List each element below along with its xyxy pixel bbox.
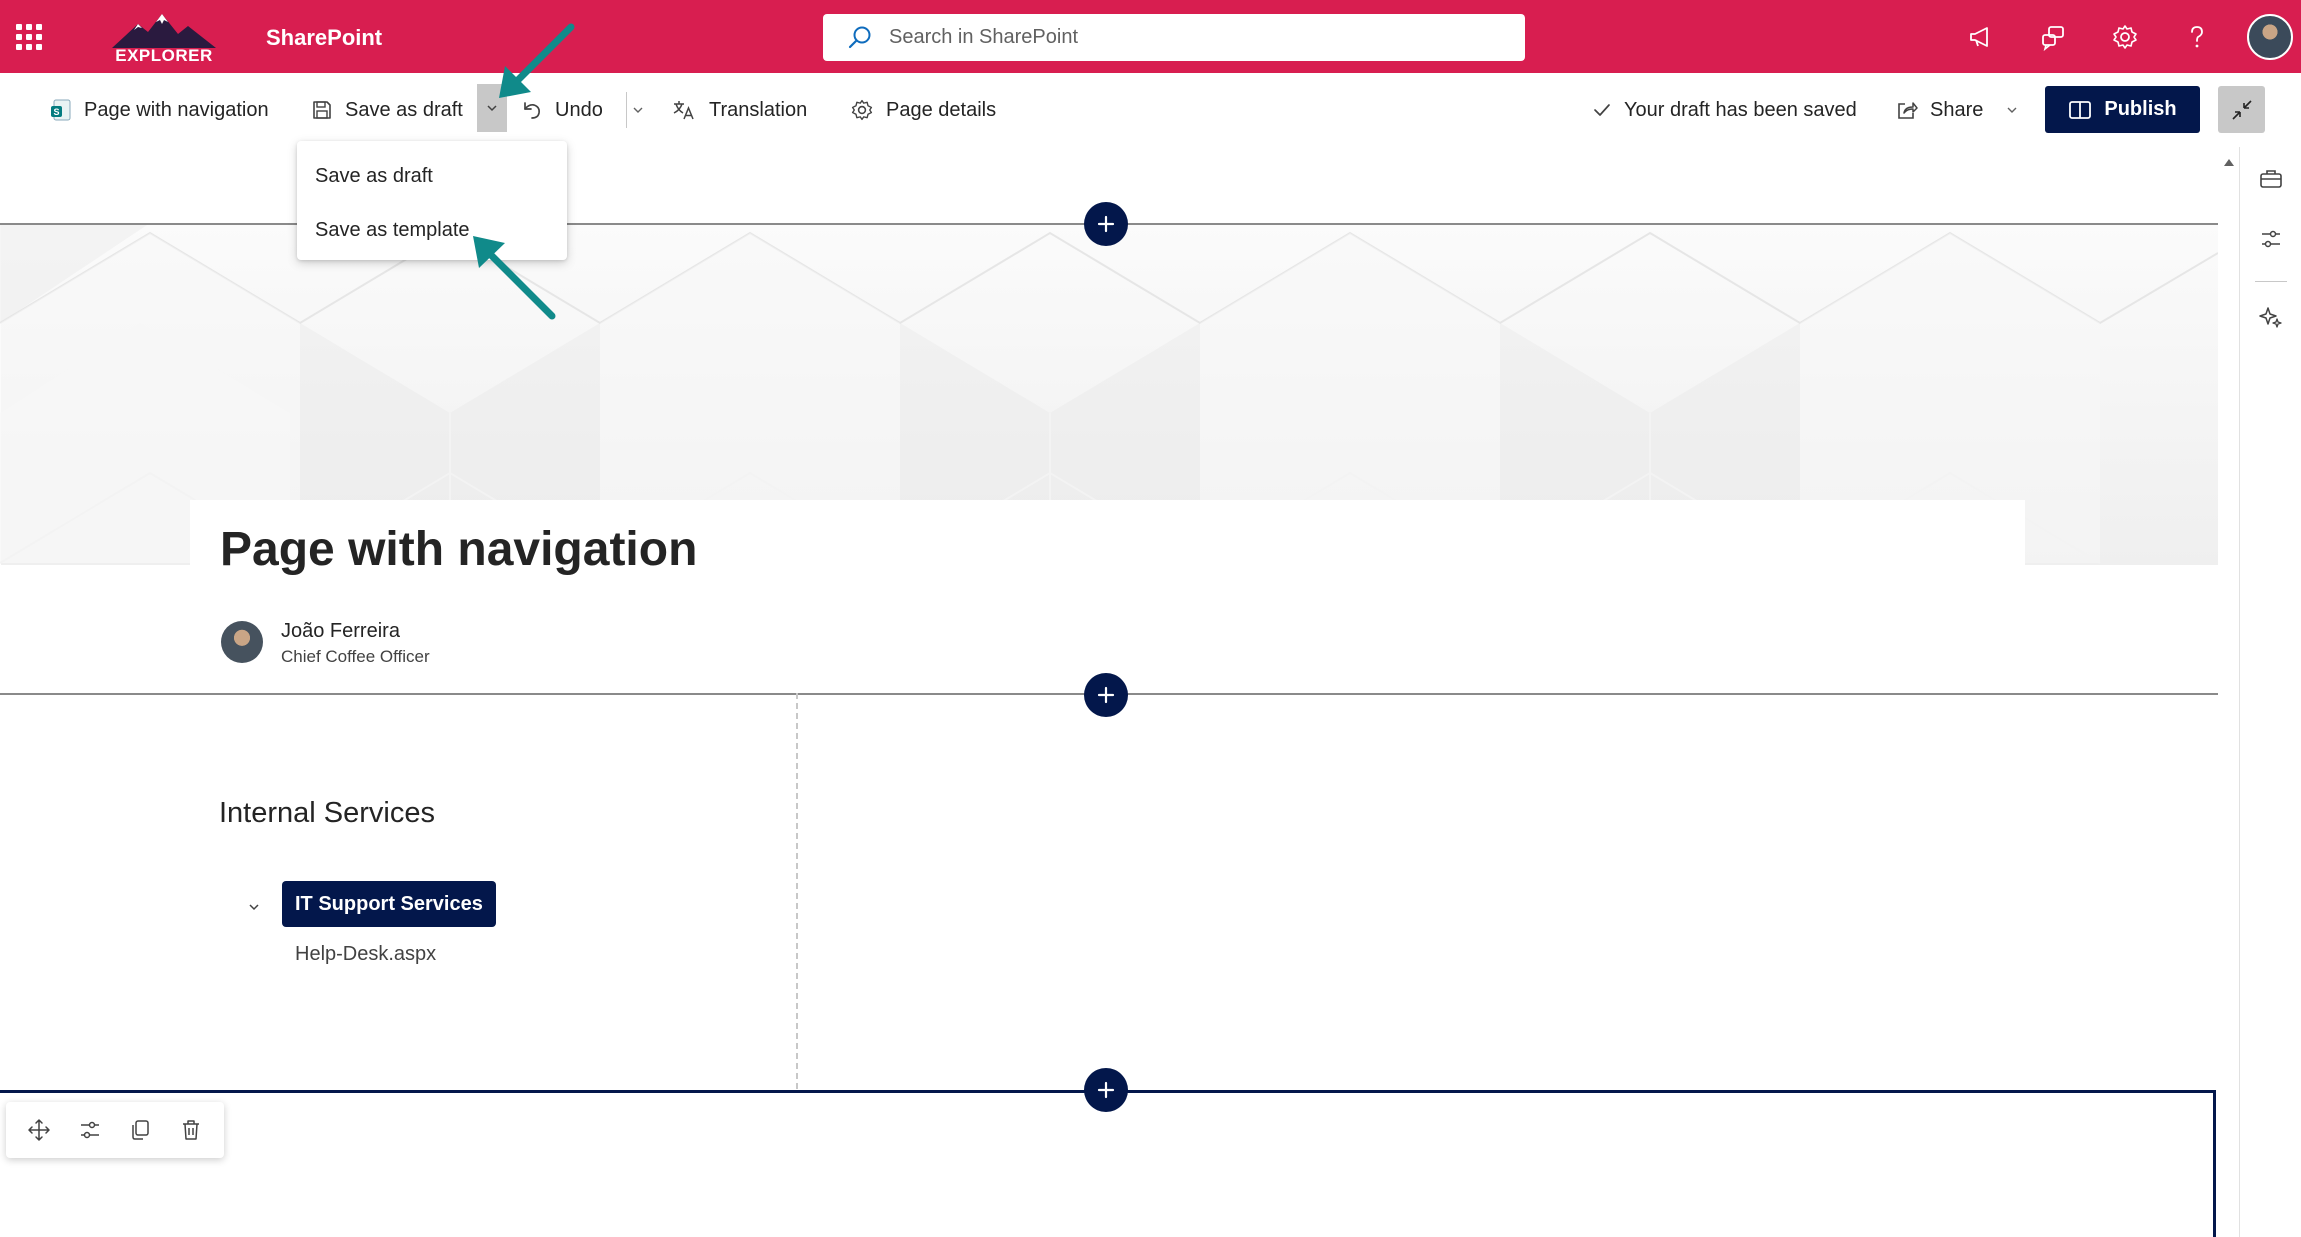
duplicate-icon[interactable] [122,1112,158,1148]
book-icon [2069,100,2092,119]
add-section-button[interactable] [1084,1068,1128,1112]
right-rail [2241,147,2301,1237]
chevron-down-icon [487,105,497,112]
chevron-down-icon [633,107,642,113]
plus-icon [1097,215,1115,233]
share-icon [1898,102,1918,119]
menu-item-save-draft[interactable]: Save as draft [297,149,567,203]
undo-label: Undo [555,98,603,121]
page-details-label: Page details [886,98,997,121]
app-name[interactable]: SharePoint [266,25,382,51]
app-launcher-icon[interactable] [14,22,44,52]
svg-text:S: S [54,107,60,117]
search-input[interactable] [889,26,1489,49]
suite-bar: EXPLORER SharePoint [0,0,2301,73]
author-name[interactable]: João Ferreira [281,620,400,643]
move-icon[interactable] [21,1112,57,1148]
avatar[interactable] [221,621,263,663]
add-section-button[interactable] [1084,673,1128,717]
share-button[interactable]: Share [1896,73,2031,147]
draft-status: Your draft has been saved [1592,73,1857,147]
translation-button[interactable]: Translation [671,73,807,147]
logo-text: EXPLORER [115,46,213,65]
nav-link-help-desk[interactable]: Help-Desk.aspx [295,943,436,966]
save-options-chevron[interactable] [477,84,507,132]
rail-divider [2255,281,2287,282]
properties-icon[interactable] [2253,221,2289,257]
gear-icon[interactable] [2108,20,2142,54]
canvas-scrollbar[interactable] [2218,147,2240,1237]
translation-icon [673,101,694,120]
chevron-down-icon[interactable] [244,897,264,917]
page-name-button[interactable]: S Page with navigation [50,73,269,147]
publish-label: Publish [2104,98,2177,120]
collapse-button[interactable] [2218,86,2265,133]
toolbox-icon[interactable] [2253,161,2289,197]
share-label: Share [1930,98,1984,121]
checkmark-icon [1594,104,1610,116]
designer-icon[interactable] [2253,299,2289,335]
plus-icon [1097,1081,1115,1099]
nav-group-it-support[interactable]: IT Support Services [282,881,496,927]
selected-section[interactable] [0,1090,2216,1237]
navigation-heading: Internal Services [219,797,435,829]
save-draft-label: Save as draft [345,98,463,121]
undo-icon [524,102,540,119]
save-icon [313,101,331,119]
translation-label: Translation [709,98,808,121]
column-divider [796,693,798,1089]
menu-item-save-template[interactable]: Save as template [297,203,567,257]
scroll-up-icon[interactable] [2223,157,2235,167]
chat-help-icon[interactable] [2036,20,2070,54]
page-name-label: Page with navigation [84,98,269,121]
megaphone-icon[interactable] [1964,20,1998,54]
page-details-button[interactable]: Page details [850,73,996,147]
page-title[interactable]: Page with navigation [220,522,697,577]
publish-button[interactable]: Publish [2045,86,2200,133]
collapse-icon [2231,99,2252,120]
draft-status-label: Your draft has been saved [1624,98,1857,121]
save-options-menu: Save as draft Save as template [297,141,567,260]
user-avatar[interactable] [2247,14,2293,60]
question-icon[interactable] [2180,20,2214,54]
plus-icon [1097,686,1115,704]
command-bar: S Page with navigation Save as draft Und… [0,73,2301,147]
undo-button[interactable]: Undo [521,73,603,147]
gear-icon [851,99,873,121]
section-toolbar [6,1102,224,1158]
edit-section-icon[interactable] [72,1112,108,1148]
delete-icon[interactable] [173,1112,209,1148]
undo-options-chevron[interactable] [626,92,648,128]
author-role: Chief Coffee Officer [281,647,430,666]
save-draft-button[interactable]: Save as draft [311,73,463,147]
search-icon [848,26,871,48]
search-box[interactable] [823,14,1525,61]
add-section-button[interactable] [1084,202,1128,246]
chevron-down-icon[interactable] [2005,103,2019,117]
sharepoint-page-icon: S [51,99,71,121]
